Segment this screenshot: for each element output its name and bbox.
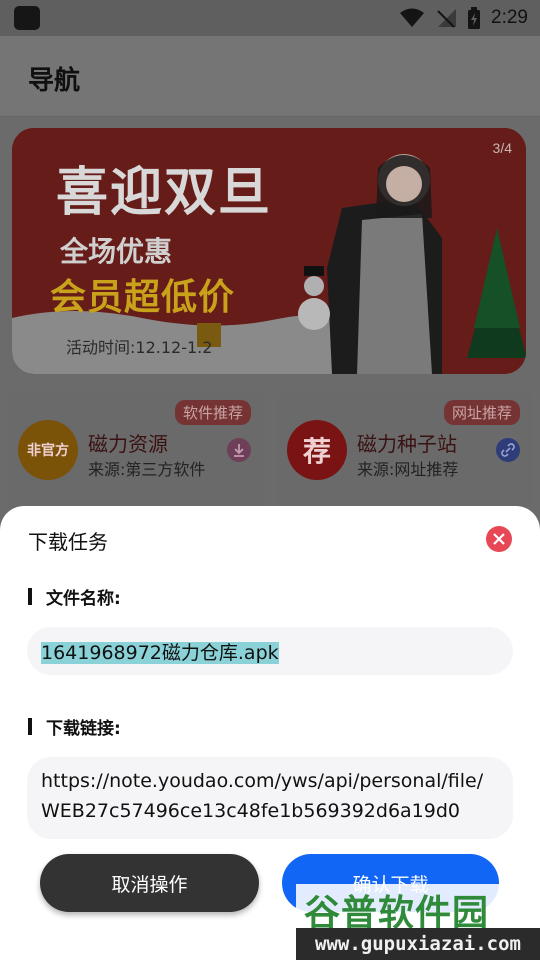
banner-subheadline: 全场优惠 — [60, 235, 173, 268]
card-title: 磁力资源 — [88, 432, 168, 456]
card-magnet-resource[interactable]: 软件推荐 非官方 磁力资源 来源:第三方软件 — [8, 390, 263, 510]
section-marker — [28, 588, 32, 605]
section-marker — [28, 718, 32, 735]
promo-banner[interactable]: 3/4 喜迎双旦 全场优惠 会员超低价 活动时间:12.12-1.2 — [12, 128, 526, 374]
banner-date: 活动时间:12.12-1.2 — [66, 338, 213, 357]
no-signal-icon — [437, 9, 457, 28]
card-subtitle: 来源:第三方软件 — [88, 460, 206, 479]
banner-price-text: 会员超低价 — [50, 277, 236, 318]
link-icon[interactable] — [496, 438, 520, 462]
card-tag: 网址推荐 — [443, 400, 520, 425]
recommendation-cards: 软件推荐 非官方 磁力资源 来源:第三方软件 网址推荐 荐 磁力种子站 来源:网… — [0, 390, 540, 510]
banner-page-indicator: 3/4 — [492, 140, 512, 156]
download-icon[interactable] — [227, 438, 251, 462]
file-name-label: 文件名称: — [28, 584, 121, 609]
battery-icon — [468, 7, 481, 29]
watermark-url: www.gupuxiazai.com — [296, 928, 540, 960]
card-subtitle: 来源:网址推荐 — [357, 460, 459, 479]
download-link-field[interactable]: https://note.youdao.com/yws/api/personal… — [27, 757, 513, 839]
file-name-label-text: 文件名称: — [46, 589, 121, 609]
app-notification-icon — [14, 6, 40, 30]
card-badge: 非官方 — [18, 420, 78, 480]
cancel-button[interactable]: 取消操作 — [40, 854, 259, 912]
file-name-value: 1641968972磁力仓库.apk — [41, 642, 279, 664]
close-icon[interactable] — [486, 526, 512, 552]
dialog-title: 下载任务 — [28, 530, 108, 554]
page-title: 导航 — [28, 66, 81, 96]
card-magnet-site[interactable]: 网址推荐 荐 磁力种子站 来源:网址推荐 — [277, 390, 532, 510]
download-link-label: 下载链接: — [28, 714, 121, 739]
download-link-value: https://note.youdao.com/yws/api/personal… — [41, 770, 484, 822]
status-bar: 2:29 — [0, 0, 540, 36]
file-name-field[interactable]: 1641968972磁力仓库.apk — [27, 627, 513, 675]
app-header: 导航 — [0, 36, 540, 117]
wifi-icon — [400, 8, 425, 27]
status-time: 2:29 — [491, 7, 528, 28]
card-badge: 荐 — [287, 420, 347, 480]
card-title: 磁力种子站 — [357, 432, 457, 456]
download-link-label-text: 下载链接: — [46, 719, 121, 739]
watermark: 谷普软件园 www.gupuxiazai.com — [296, 884, 540, 960]
status-icons: 2:29 — [399, 0, 528, 36]
banner-headline: 喜迎双旦 — [56, 163, 273, 223]
card-tag: 软件推荐 — [174, 400, 251, 425]
